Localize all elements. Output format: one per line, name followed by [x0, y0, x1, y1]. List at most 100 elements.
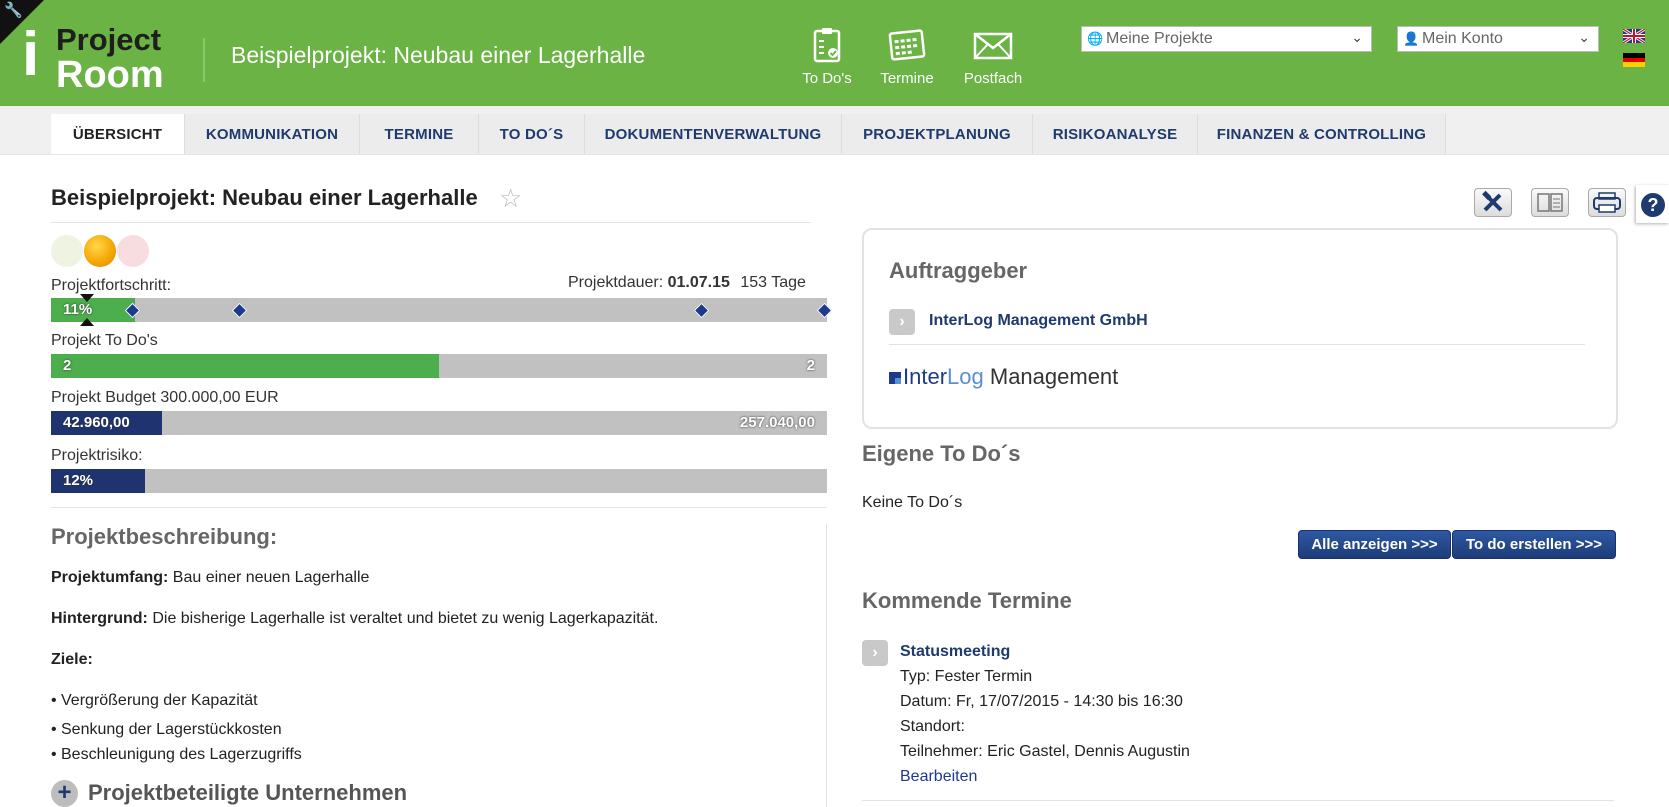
open-book-icon: [1537, 193, 1563, 212]
divider: [51, 507, 827, 508]
clipboard-check-icon: [813, 28, 841, 63]
account-select-value: Mein Konto: [1422, 30, 1503, 47]
risk-value: 12%: [63, 472, 94, 489]
background-text: Hintergrund: Die bisherige Lagerhalle is…: [51, 610, 658, 628]
show-all-todos-button[interactable]: Alle anzeigen >>>: [1298, 530, 1451, 559]
user-icon: 👤: [1403, 31, 1420, 46]
background-label: Hintergrund:: [51, 610, 148, 627]
event-date: Datum: Fr, 17/07/2015 - 14:30 bis 16:30: [900, 693, 1183, 710]
todos-bar: 2 2: [51, 354, 827, 378]
tab-termine[interactable]: TERMINE: [360, 114, 479, 154]
scope-value: Bau einer neuen Lagerhalle: [172, 569, 370, 586]
goal-item: Senkung der Lagerstückkosten: [51, 721, 282, 739]
client-logo-log: Log: [947, 364, 984, 389]
budget-bar: 42.960,00 257.040,00: [51, 411, 827, 435]
tab-dokumentenverwaltung[interactable]: DOKUMENTENVERWALTUNG: [585, 114, 842, 154]
status-light-orange: [84, 235, 116, 267]
hammer-wrench-icon: [1482, 190, 1503, 212]
todos-total: 2: [806, 357, 815, 374]
scope-text: Projektumfang: Bau einer neuen Lagerhall…: [51, 569, 369, 587]
print-button[interactable]: [1588, 188, 1626, 217]
progress-value: 11%: [63, 301, 93, 318]
header-project-title: Beispielprojekt: Neubau einer Lagerhalle: [231, 42, 646, 68]
duration-label: Projektdauer:: [568, 274, 664, 291]
calendar-icon: [888, 29, 926, 61]
chevron-right-icon[interactable]: ›: [862, 640, 888, 666]
printer-icon: [1593, 192, 1621, 213]
milestone-marker[interactable]: [693, 302, 710, 319]
tab-risikoanalyse[interactable]: RISIKOANALYSE: [1033, 114, 1198, 154]
nav-todos-button[interactable]: To Do's: [796, 26, 858, 87]
tab-todos[interactable]: TO DO´S: [479, 114, 585, 154]
client-name-link[interactable]: InterLog Management GmbH: [929, 312, 1148, 330]
page-title: Beispielprojekt: Neubau einer Lagerhalle: [51, 185, 478, 210]
tab-kommunikation[interactable]: KOMMUNIKATION: [185, 114, 360, 154]
client-logo: InterLog Management: [889, 364, 1118, 390]
event-title-link[interactable]: Statusmeeting: [900, 643, 1010, 661]
companies-heading[interactable]: Projektbeteiligte Unternehmen: [88, 780, 407, 806]
background-value: Die bisherige Lagerhalle ist veraltet un…: [152, 610, 659, 627]
app-header: 🔧 i Project Room Beispielprojekt: Neubau…: [0, 0, 1669, 106]
todos-done: 2: [63, 357, 72, 374]
tab-uebersicht[interactable]: ÜBERSICHT: [51, 114, 185, 154]
client-card: Auftraggeber › InterLog Management GmbH …: [862, 228, 1618, 429]
favorite-star-icon[interactable]: ☆: [499, 183, 522, 214]
account-select[interactable]: 👤 Mein Konto ⌄: [1397, 26, 1599, 52]
create-todo-button[interactable]: To do erstellen >>>: [1452, 530, 1616, 559]
nav-termine-label: Termine: [880, 70, 934, 87]
status-light-green: [51, 235, 83, 267]
event-edit-link[interactable]: Bearbeiten: [900, 768, 977, 786]
book-button[interactable]: [1531, 188, 1569, 217]
progress-label: Projektfortschritt:: [51, 277, 172, 294]
own-todos-empty: Keine To Do´s: [862, 494, 963, 511]
upcoming-heading: Kommende Termine: [862, 588, 1072, 613]
duration-days: 153 Tage: [740, 274, 806, 291]
logo-divider: [203, 38, 205, 82]
client-heading: Auftraggeber: [889, 258, 1028, 283]
logo-i: i: [22, 20, 40, 89]
divider: [889, 344, 1585, 345]
projects-select-value: Meine Projekte: [1106, 30, 1213, 47]
todos-label: Projekt To Do's: [51, 332, 158, 349]
tools-button[interactable]: [1474, 188, 1512, 217]
chevron-right-icon[interactable]: ›: [889, 309, 915, 335]
budget-label: Projekt Budget 300.000,00 EUR: [51, 389, 279, 406]
logo-room: Room: [56, 54, 164, 96]
tab-finanzen-controlling[interactable]: FINANZEN & CONTROLLING: [1198, 114, 1446, 154]
envelope-icon: [973, 32, 1013, 60]
nav-postfach-label: Postfach: [963, 70, 1023, 87]
event-location: Standort:: [900, 718, 965, 735]
event-participants: Teilnehmer: Eric Gastel, Dennis Augustin: [900, 743, 1190, 760]
nav-postfach-button[interactable]: Postfach: [958, 26, 1028, 87]
scope-label: Projektumfang:: [51, 569, 169, 586]
divider: [51, 222, 811, 223]
goal-item: Vergrößerung der Kapazität: [51, 692, 258, 710]
projects-select[interactable]: 🌐 Meine Projekte ⌄: [1081, 26, 1372, 52]
status-light-red: [117, 235, 149, 267]
main-tabbar: ÜBERSICHT KOMMUNIKATION TERMINE TO DO´S …: [0, 106, 1669, 155]
flag-uk-icon[interactable]: [1623, 29, 1645, 43]
goal-item: Beschleunigung des Lagerzugriffs: [51, 746, 302, 764]
risk-bar: 12%: [51, 469, 827, 493]
budget-remaining: 257.040,00: [739, 414, 815, 431]
flag-de-icon[interactable]: [1623, 53, 1645, 67]
chevron-down-icon: ⌄: [1351, 29, 1363, 45]
milestone-marker[interactable]: [816, 302, 833, 319]
progress-bar: 11%: [51, 294, 833, 326]
iproject-room-logo[interactable]: i Project Room: [22, 20, 202, 95]
chevron-down-icon: ⌄: [1578, 29, 1590, 45]
budget-spent: 42.960,00: [63, 414, 130, 431]
milestone-marker[interactable]: [231, 302, 248, 319]
help-button[interactable]: ?: [1636, 185, 1669, 223]
description-heading: Projektbeschreibung:: [51, 524, 278, 549]
wrench-icon[interactable]: 🔧: [4, 3, 23, 18]
tab-projektplanung[interactable]: PROJEKTPLANUNG: [842, 114, 1033, 154]
nav-termine-button[interactable]: Termine: [874, 26, 940, 87]
own-todos-heading: Eigene To Do´s: [862, 441, 1021, 466]
goals-label: Ziele:: [51, 651, 93, 668]
question-mark-icon: ?: [1641, 193, 1665, 217]
logo-project: Project: [56, 22, 162, 57]
globe-icon: 🌐: [1087, 31, 1104, 46]
expand-plus-icon[interactable]: +: [51, 780, 78, 807]
risk-label: Projektrisiko:: [51, 447, 143, 464]
